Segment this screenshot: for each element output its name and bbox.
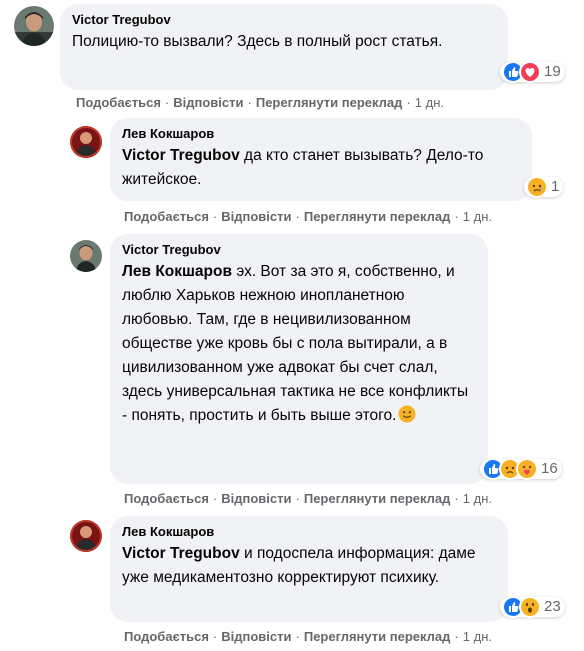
comment-timestamp[interactable]: 1 дн. (415, 95, 444, 110)
reply-link[interactable]: Відповісти (173, 95, 243, 110)
smile-emoji-icon (398, 405, 416, 423)
love-icon (519, 61, 541, 83)
reactions-summary[interactable]: 23 (500, 596, 565, 618)
mention-link[interactable]: Victor Tregubov (122, 545, 240, 562)
mention-link[interactable]: Victor Tregubov (122, 147, 240, 164)
like-link[interactable]: Подобається (76, 95, 161, 110)
comment-author[interactable]: Victor Tregubov (72, 12, 496, 28)
translate-link[interactable]: Переглянути переклад (304, 491, 451, 506)
comment-author[interactable]: Лев Кокшаров (122, 524, 496, 540)
comment-bubble: Victor Tregubov Лев Кокшаров эх. Вот за … (110, 234, 488, 484)
reactions-summary[interactable]: 16 (480, 458, 562, 480)
translate-link[interactable]: Переглянути переклад (256, 95, 403, 110)
reply-link[interactable]: Відповісти (221, 491, 291, 506)
wow-icon (519, 596, 541, 618)
reaction-count: 16 (541, 460, 558, 477)
comment-bubble: Лев Кокшаров Victor Tregubov и подоспела… (110, 516, 508, 622)
reaction-count: 19 (544, 63, 561, 80)
comment-author[interactable]: Victor Tregubov (122, 242, 476, 258)
reply-link[interactable]: Відповісти (221, 629, 291, 644)
avatar[interactable] (70, 126, 102, 158)
translate-link[interactable]: Переглянути переклад (304, 209, 451, 224)
comment-actions: Подобається · Відповісти · Переглянути перек… (124, 491, 492, 506)
comment-text: Victor Tregubov да кто станет вызывать? … (122, 144, 507, 192)
translate-link[interactable]: Переглянути переклад (304, 629, 451, 644)
sad-icon (526, 176, 548, 198)
care-icon (516, 458, 538, 480)
reaction-count: 1 (551, 178, 560, 195)
comment-bubble: Victor Tregubov Полицию-то вызвали? Здес… (60, 4, 508, 90)
comment-text: Лев Кокшаров эх. Вот за это я, собственн… (122, 260, 472, 428)
avatar[interactable] (14, 6, 54, 46)
comment-actions: Подобається · Відповісти · Переглянути перек… (124, 629, 492, 644)
comment-actions: Подобається · Відповісти · Переглянути перек… (124, 209, 492, 224)
comment-actions: Подобається · Відповісти · Переглянути перек… (76, 95, 444, 110)
like-link[interactable]: Подобається (124, 629, 209, 644)
comment-text: Victor Tregubov и подоспела информация: … (122, 542, 492, 590)
avatar[interactable] (70, 520, 102, 552)
comment-timestamp[interactable]: 1 дн. (463, 209, 492, 224)
avatar[interactable] (70, 240, 102, 272)
comment-text: Полицию-то вызвали? Здесь в полный рост … (72, 33, 443, 50)
like-link[interactable]: Подобається (124, 209, 209, 224)
comment-timestamp[interactable]: 1 дн. (463, 629, 492, 644)
reactions-summary[interactable]: 19 (500, 61, 565, 83)
reactions-summary[interactable]: 1 (524, 176, 564, 198)
like-link[interactable]: Подобається (124, 491, 209, 506)
reply-link[interactable]: Відповісти (221, 209, 291, 224)
comment-body: эх. Вот за это я, собственно, и люблю Ха… (122, 263, 469, 424)
comment-timestamp[interactable]: 1 дн. (463, 491, 492, 506)
mention-link[interactable]: Лев Кокшаров (122, 263, 232, 280)
reaction-count: 23 (544, 598, 561, 615)
comment-bubble: Лев Кокшаров Victor Tregubov да кто стан… (110, 118, 532, 201)
comment-author[interactable]: Лев Кокшаров (122, 126, 520, 142)
